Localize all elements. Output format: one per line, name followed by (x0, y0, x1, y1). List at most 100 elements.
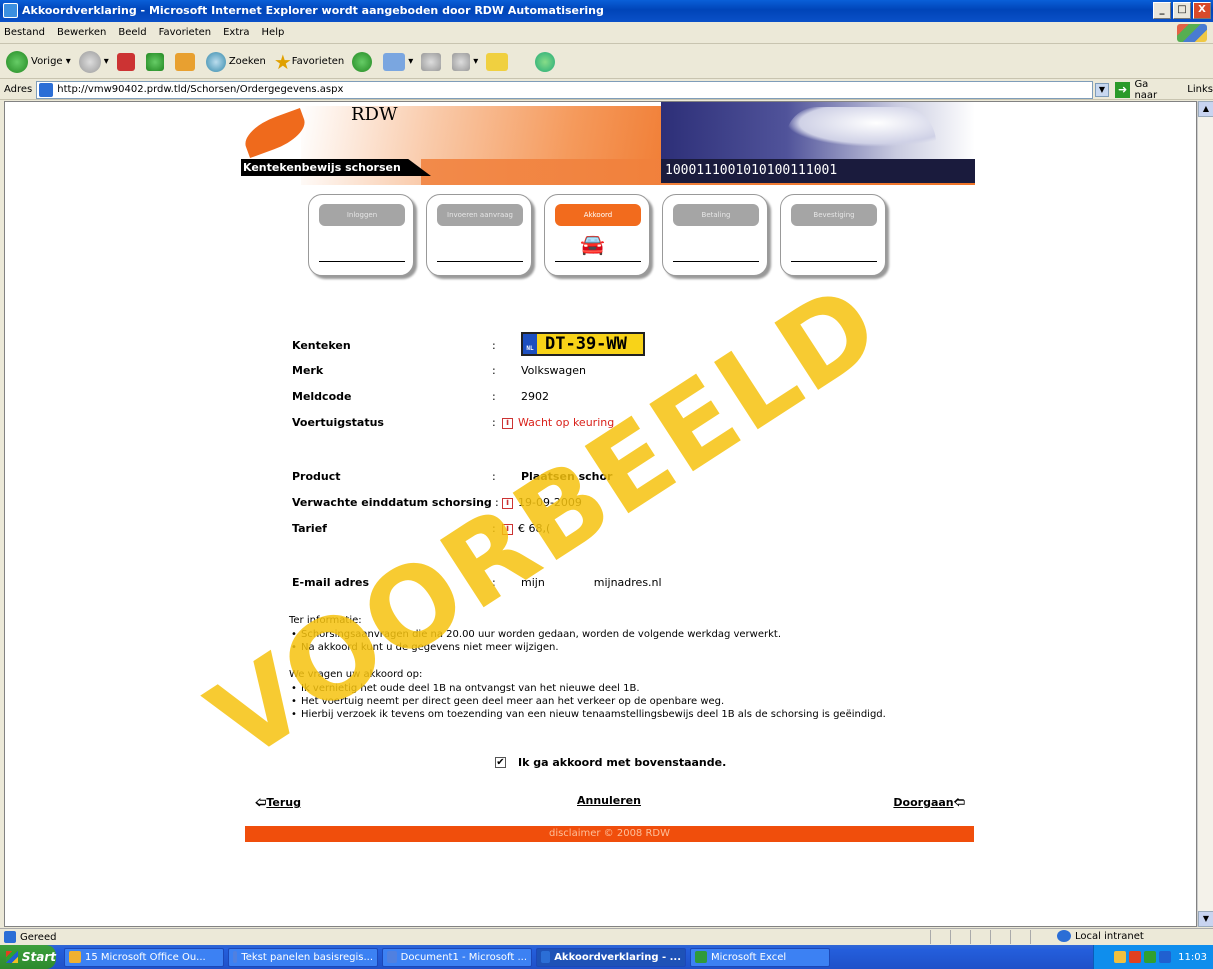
taskbar-item-document1[interactable]: Document1 - Microsoft ... (382, 947, 532, 967)
page-done-icon (4, 931, 16, 943)
address-url: http://vmw90402.prdw.tld/Schorsen/Orderg… (57, 84, 344, 95)
tray-monitor-icon[interactable] (1159, 951, 1172, 963)
field-label: Kenteken (292, 339, 351, 352)
taskbar-item-label: Document1 - Microsoft ... (400, 951, 527, 963)
window-titlebar: Akkoordverklaring - Microsoft Internet E… (0, 0, 1213, 22)
menu-favorieten[interactable]: Favorieten (159, 27, 211, 38)
scroll-down-button[interactable]: ▼ (1198, 911, 1213, 927)
security-zone: Local intranet (1057, 930, 1144, 942)
folder-button[interactable] (486, 52, 511, 71)
brand-name: RDW (351, 104, 398, 125)
step-label: Akkoord (555, 204, 641, 226)
print-button[interactable] (421, 52, 444, 71)
forward-button[interactable]: ▾ (78, 50, 109, 73)
taskbar-item-word-panels[interactable]: Tekst panelen basisregis... (228, 947, 378, 967)
page-icon (39, 82, 54, 97)
menu-help[interactable]: Help (262, 27, 285, 38)
tray-outlook-icon[interactable] (1114, 951, 1127, 963)
tray-network-icon[interactable] (1144, 951, 1157, 963)
step-underline (555, 261, 641, 262)
favorites-star-icon: ★ (273, 49, 292, 74)
scroll-up-button[interactable]: ▲ (1198, 101, 1213, 117)
edit-button[interactable]: ▾ (452, 52, 478, 71)
agree-row: ✔ Ik ga akkoord met bovenstaande. (495, 756, 726, 769)
back-link-label: Terug (266, 796, 301, 809)
agree-checkbox[interactable]: ✔ (495, 757, 506, 768)
tray-app-icon[interactable] (1129, 951, 1142, 963)
next-link-label: Doorgaan (893, 796, 954, 809)
taskbar-item-excel[interactable]: Microsoft Excel (690, 947, 830, 967)
search-button[interactable]: Zoeken (205, 51, 266, 72)
cancel-link-label: Annuleren (577, 794, 641, 807)
taskbar-item-label: Tekst panelen basisregis... (241, 951, 373, 963)
back-link[interactable]: 🢠Terug (255, 794, 301, 813)
menu-bewerken[interactable]: Bewerken (57, 27, 106, 38)
page-viewport: RDW Kentekenbewijs schorsen 100011100101… (4, 101, 1197, 927)
forward-arrow-icon (78, 50, 101, 73)
menu-bar: Bestand Bewerken Beeld Favorieten Extra … (0, 22, 1213, 44)
start-label: Start (21, 950, 56, 964)
home-button[interactable] (174, 52, 198, 71)
stop-icon (116, 52, 135, 71)
taskbar-item-label: Microsoft Excel (711, 951, 787, 963)
excel-icon (695, 951, 707, 963)
next-link[interactable]: Doorgaan🢢 (893, 794, 965, 813)
plate-country: NL (523, 334, 537, 354)
print-icon (421, 52, 442, 71)
arrow-right-icon: 🢢 (953, 796, 965, 809)
vertical-scrollbar[interactable]: ▲ ▼ (1197, 101, 1213, 927)
system-tray: 11:03 (1093, 945, 1213, 969)
go-button[interactable]: ➜ Ga naar (1114, 79, 1173, 101)
status-text: Gereed (20, 931, 57, 943)
refresh-button[interactable] (145, 52, 167, 71)
windows-flag-icon (6, 951, 18, 963)
back-arrow-icon (6, 50, 28, 73)
windows-logo-icon (1177, 24, 1207, 42)
address-input[interactable]: http://vmw90402.prdw.tld/Schorsen/Orderg… (36, 80, 1094, 99)
field-separator: : (492, 390, 496, 403)
taskbar-item-akkoordverklaring[interactable]: Akkoordverklaring - ... (536, 947, 686, 967)
menu-extra[interactable]: Extra (223, 27, 249, 38)
status-bar: Gereed Local intranet (0, 928, 1213, 945)
page-content: RDW Kentekenbewijs schorsen 100011100101… (241, 102, 975, 842)
plate-number: DT-39-WW (545, 334, 627, 354)
field-label: Merk (292, 364, 324, 377)
search-label: Zoeken (228, 56, 266, 67)
rdw-logo-icon (241, 107, 311, 159)
step-underline (319, 261, 405, 262)
history-button[interactable] (352, 51, 375, 72)
step-label: Invoeren aanvraag (437, 204, 523, 226)
step-underline (673, 261, 759, 262)
agree-label: Ik ga akkoord met bovenstaande. (518, 756, 727, 769)
car-silhouette-icon (786, 107, 936, 147)
info-icon[interactable]: i (502, 417, 513, 429)
field-separator: : (492, 339, 496, 352)
mail-button[interactable]: ▾ (383, 52, 413, 71)
address-bar: Adres http://vmw90402.prdw.tld/Schorsen/… (0, 79, 1213, 101)
messenger-button[interactable] (535, 51, 558, 72)
address-dropdown-button[interactable]: ▼ (1095, 82, 1109, 97)
history-icon (352, 51, 373, 72)
menu-bestand[interactable]: Bestand (4, 27, 45, 38)
list-item: Hierbij verzoek ik tevens om toezending … (289, 708, 939, 721)
back-button[interactable]: Vorige ▾ (6, 50, 71, 73)
address-label: Adres (4, 84, 33, 95)
field-value: 2902 (521, 390, 549, 403)
ie-icon (3, 3, 18, 18)
cancel-link[interactable]: Annuleren (577, 794, 641, 807)
field-label: Product (292, 470, 341, 483)
favorites-button[interactable]: ★ Favorieten (274, 50, 344, 74)
window-title: Akkoordverklaring - Microsoft Internet E… (22, 4, 604, 17)
close-button[interactable]: X (1193, 2, 1211, 19)
ie-icon (541, 951, 551, 963)
taskbar-item-outlook[interactable]: 15 Microsoft Office Ou... (64, 947, 224, 967)
menu-beeld[interactable]: Beeld (118, 27, 146, 38)
minimize-button[interactable]: _ (1153, 2, 1171, 19)
links-button[interactable]: Links (1187, 84, 1213, 95)
step-label: Betaling (673, 204, 759, 226)
maximize-button[interactable]: □ (1173, 2, 1191, 19)
stop-button[interactable] (116, 52, 138, 71)
messenger-icon (535, 51, 556, 72)
start-button[interactable]: Start (0, 945, 56, 969)
word-icon (387, 951, 397, 963)
